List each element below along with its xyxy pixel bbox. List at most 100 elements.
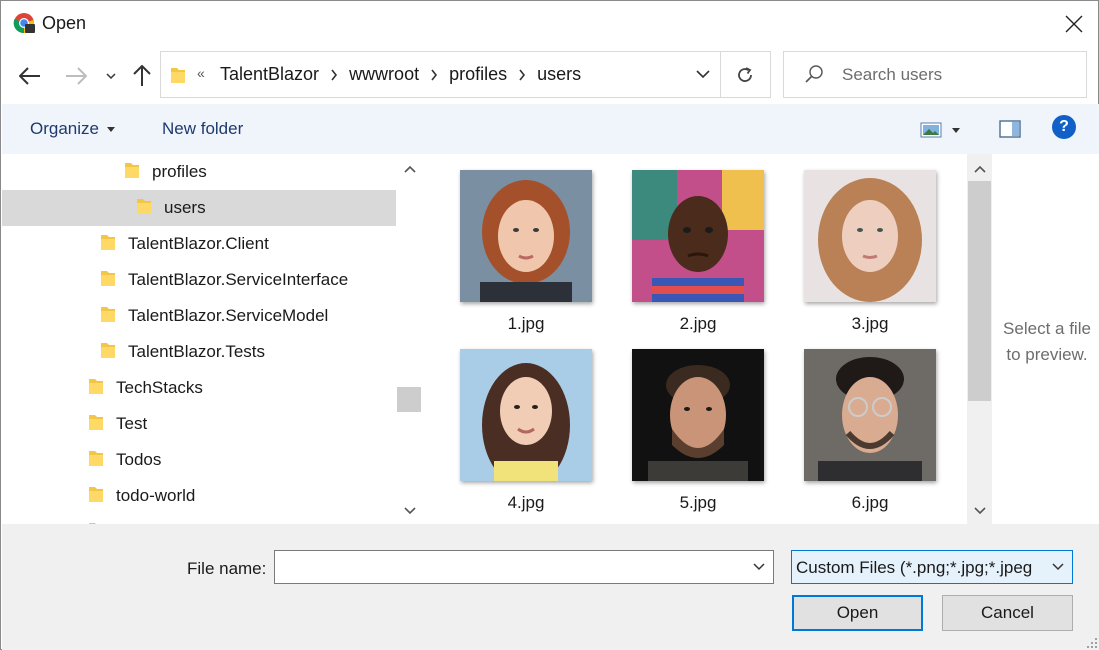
file-item[interactable]: 3.jpg [795, 154, 945, 333]
tree-item-partial[interactable] [2, 514, 396, 524]
forward-button[interactable] [59, 59, 93, 93]
file-type-select[interactable]: Custom Files (*.png;*.jpg;*.jpeg [791, 550, 1073, 584]
folder-icon [124, 160, 140, 185]
scroll-thumb[interactable] [397, 387, 421, 412]
tree-item-label: TechStacks [116, 378, 203, 397]
caret-down-icon [952, 127, 960, 133]
folder-icon [100, 340, 116, 365]
file-list: 1.jpg 2.jpg 3.jpg 4.jpg 5.jpg 6.jpg [426, 154, 967, 524]
preview-pane-button[interactable] [996, 116, 1024, 142]
address-dropdown-button[interactable] [685, 52, 721, 97]
chevron-down-icon [696, 70, 710, 79]
close-icon [1065, 15, 1083, 33]
file-list-scrollbar[interactable] [967, 154, 992, 524]
chevron-down-icon [753, 563, 765, 571]
back-button[interactable] [13, 59, 47, 93]
folder-icon [88, 412, 104, 437]
file-name: 6.jpg [851, 493, 889, 512]
scroll-down-icon[interactable] [397, 500, 422, 522]
scroll-up-icon[interactable] [967, 158, 992, 180]
file-type-value: Custom Files (*.png;*.jpg;*.jpeg [796, 558, 1033, 577]
breadcrumb-item[interactable]: TalentBlazor [218, 64, 321, 85]
folder-icon [136, 196, 152, 221]
chevron-right-icon[interactable] [321, 69, 347, 81]
scroll-down-icon[interactable] [967, 500, 992, 522]
folder-icon [88, 448, 104, 473]
close-button[interactable] [1051, 5, 1097, 43]
open-button[interactable]: Open [792, 595, 923, 631]
tree-item-label: profiles [152, 162, 207, 181]
tree-item[interactable]: Todos [2, 442, 396, 478]
change-view-button[interactable] [920, 117, 972, 143]
file-type-dropdown[interactable] [1044, 551, 1072, 583]
arrow-left-icon [19, 67, 40, 85]
navigation-tree: profiles users TalentBlazor.Client TalentBl… [2, 154, 398, 524]
file-item[interactable]: 2.jpg [623, 154, 773, 333]
search-box[interactable] [783, 51, 1087, 98]
tree-item-label: Test [116, 414, 148, 433]
portrait-thumbnail [804, 170, 936, 302]
folder-icon [88, 376, 104, 401]
cancel-button[interactable]: Cancel [942, 595, 1073, 631]
preview-message: Select a file to preview. [992, 316, 1099, 368]
breadcrumb-overflow[interactable]: « [197, 65, 205, 81]
breadcrumb: TalentBlazor wwwroot profiles users [218, 52, 583, 97]
folder-icon [100, 304, 116, 329]
scroll-thumb[interactable] [968, 181, 991, 401]
chevron-down-icon [1052, 563, 1064, 571]
organize-button[interactable]: Organize [30, 119, 115, 139]
chevron-down-icon [106, 73, 116, 80]
refresh-button[interactable] [720, 51, 771, 98]
tree-item[interactable]: todo-world [2, 478, 396, 514]
resize-grip-icon[interactable] [1084, 634, 1098, 648]
tree-scrollbar[interactable] [397, 154, 422, 524]
tree-item[interactable]: Test [2, 406, 396, 442]
tree-item[interactable]: profiles [2, 154, 396, 190]
portrait-thumbnail [632, 349, 764, 481]
chevron-right-icon[interactable] [509, 69, 535, 81]
portrait-thumbnail [804, 349, 936, 481]
window-title: Open [42, 13, 87, 33]
chrome-icon [13, 12, 35, 34]
folder-icon [170, 65, 186, 90]
file-name-dropdown[interactable] [745, 551, 773, 583]
preview-message-line: to preview. [1006, 345, 1088, 364]
tree-item[interactable]: users [2, 190, 396, 226]
file-name: 2.jpg [679, 314, 717, 333]
tree-item[interactable]: TalentBlazor.ServiceInterface [2, 262, 396, 298]
file-name: 4.jpg [507, 493, 545, 512]
preview-pane: Select a file to preview. [992, 154, 1099, 524]
file-item[interactable]: 5.jpg [623, 333, 773, 512]
tree-item[interactable]: TalentBlazor.ServiceModel [2, 298, 396, 334]
file-name: 3.jpg [851, 314, 889, 333]
breadcrumb-item[interactable]: profiles [447, 64, 509, 85]
breadcrumb-item[interactable]: users [535, 64, 583, 85]
file-item[interactable]: 4.jpg [451, 333, 601, 512]
file-name-combobox[interactable] [274, 550, 774, 584]
preview-pane-icon [999, 120, 1021, 138]
recent-locations-button[interactable] [101, 59, 121, 93]
tree-item-label: todo-world [116, 486, 196, 505]
file-name: 1.jpg [507, 314, 545, 333]
address-bar[interactable]: « TalentBlazor wwwroot profiles users [160, 51, 721, 98]
scroll-up-icon[interactable] [397, 158, 422, 180]
file-item[interactable]: 6.jpg [795, 333, 945, 512]
file-item[interactable]: 1.jpg [451, 154, 601, 333]
title-bar: Open [1, 1, 1098, 47]
new-folder-button[interactable]: New folder [162, 119, 243, 139]
command-bar: Organize New folder ? [2, 104, 1099, 154]
chevron-right-icon[interactable] [421, 69, 447, 81]
refresh-icon [738, 66, 752, 82]
breadcrumb-item[interactable]: wwwroot [347, 64, 421, 85]
help-button[interactable]: ? [1052, 115, 1076, 139]
search-input[interactable] [842, 52, 1082, 97]
organize-label: Organize [30, 119, 99, 138]
tree-item-label: Todos [116, 450, 162, 469]
tree-item[interactable]: TalentBlazor.Tests [2, 334, 396, 370]
tree-item[interactable]: TalentBlazor.Client [2, 226, 396, 262]
portrait-thumbnail [460, 170, 592, 302]
file-name-input[interactable] [279, 554, 739, 580]
tree-item[interactable]: TechStacks [2, 370, 396, 406]
folder-icon [88, 484, 104, 509]
up-button[interactable] [125, 59, 159, 93]
